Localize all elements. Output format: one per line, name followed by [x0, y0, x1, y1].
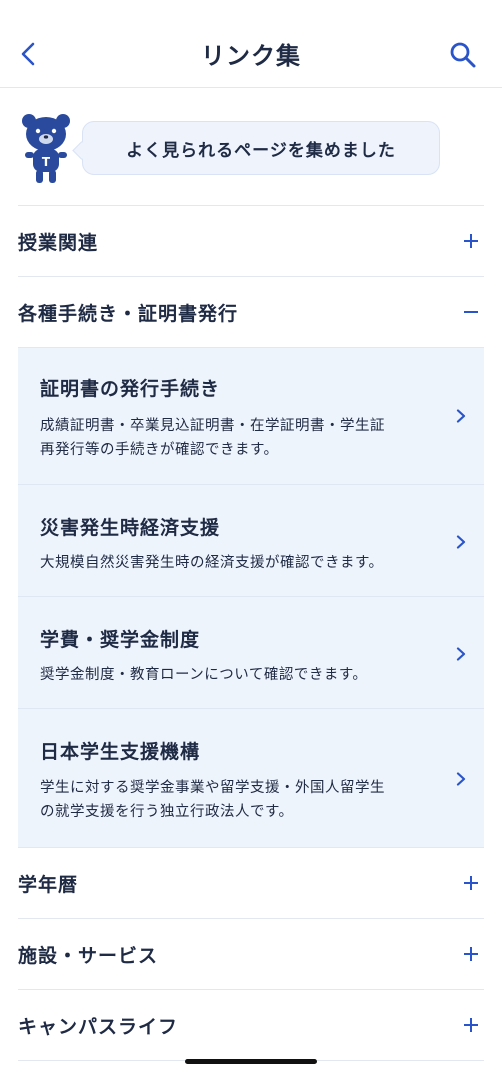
link-item-certificates[interactable]: 証明書の発行手続き 成績証明書・卒業見込証明書・在学証明書・学生証 再発行等の手…	[18, 348, 484, 485]
link-title: 日本学生支援機構	[40, 741, 201, 763]
section-facilities: 施設・サービス	[18, 918, 484, 989]
link-description: 成績証明書・卒業見込証明書・在学証明書・学生証 再発行等の手続きが確認できます。	[40, 414, 440, 462]
link-title: 災害発生時経済支援	[40, 517, 221, 539]
plus-icon	[462, 873, 482, 893]
home-indicator[interactable]	[185, 1059, 317, 1064]
section-title: キャンパスライフ	[18, 1015, 179, 1038]
link-description-line: 大規模自然災害発生時の経済支援が確認できます。	[40, 555, 384, 571]
link-description-line: 奨学金制度・教育ローンについて確認できます。	[40, 667, 368, 683]
section-header-procedures[interactable]: 各種手続き・証明書発行	[18, 277, 484, 347]
mascot-bear-icon: T	[22, 114, 70, 183]
link-item-jasso[interactable]: 日本学生支援機構 学生に対する奨学金事業や留学支援・外国人留学生 の就学支援を行…	[18, 709, 484, 847]
app-header: リンク集	[0, 0, 502, 88]
svg-text:T: T	[42, 155, 51, 169]
intro-message: よく見られるページを集めました	[126, 140, 396, 161]
search-button[interactable]	[448, 40, 478, 70]
section-header-academic-calendar[interactable]: 学年暦	[18, 848, 484, 918]
link-description-line: 成績証明書・卒業見込証明書・在学証明書・学生証	[40, 418, 385, 434]
link-item-tuition-scholarship[interactable]: 学費・奨学金制度 奨学金制度・教育ローンについて確認できます。	[18, 597, 484, 709]
link-title: 証明書の発行手続き	[40, 378, 221, 400]
section-procedures-links: 証明書の発行手続き 成績証明書・卒業見込証明書・在学証明書・学生証 再発行等の手…	[18, 347, 484, 847]
link-description: 奨学金制度・教育ローンについて確認できます。	[40, 663, 440, 687]
link-sections: 授業関連 各種手続き・証明書発行 証明書の発行手続き 成績証明書・卒業見込証明書…	[18, 205, 484, 1061]
chevron-right-icon	[456, 409, 466, 423]
section-header-campus-life[interactable]: キャンパスライフ	[18, 990, 484, 1060]
link-description-line: の就学支援を行う独立行政法人です。	[40, 804, 294, 820]
plus-icon	[462, 231, 482, 251]
chevron-right-icon	[456, 535, 466, 549]
link-description-line: 学生に対する奨学金事業や留学支援・外国人留学生	[40, 780, 385, 796]
link-description: 学生に対する奨学金事業や留学支援・外国人留学生 の就学支援を行う独立行政法人です…	[40, 776, 440, 824]
intro-banner: T よく見られるページを集めました	[0, 88, 502, 205]
section-header-classes[interactable]: 授業関連	[18, 206, 484, 276]
section-title: 学年暦	[18, 873, 79, 896]
plus-icon	[462, 944, 482, 964]
link-description: 大規模自然災害発生時の経済支援が確認できます。	[40, 551, 440, 575]
section-procedures: 各種手続き・証明書発行 証明書の発行手続き 成績証明書・卒業見込証明書・在学証明…	[18, 276, 484, 847]
plus-icon	[462, 1015, 482, 1035]
section-title: 授業関連	[18, 231, 99, 254]
chevron-right-icon	[456, 772, 466, 786]
section-title: 施設・サービス	[18, 944, 159, 967]
link-description-line: 再発行等の手続きが確認できます。	[40, 442, 279, 458]
page-title: リンク集	[201, 42, 301, 70]
section-classes: 授業関連	[18, 205, 484, 276]
search-icon	[450, 42, 476, 68]
section-title: 各種手続き・証明書発行	[18, 302, 239, 325]
intro-speech-bubble: よく見られるページを集めました	[82, 121, 440, 175]
section-campus-life: キャンパスライフ	[18, 989, 484, 1060]
chevron-right-icon	[456, 647, 466, 661]
minus-icon	[462, 302, 482, 322]
link-item-disaster-support[interactable]: 災害発生時経済支援 大規模自然災害発生時の経済支援が確認できます。	[18, 485, 484, 597]
link-title: 学費・奨学金制度	[40, 629, 201, 651]
section-academic-calendar: 学年暦	[18, 847, 484, 918]
section-header-facilities[interactable]: 施設・サービス	[18, 919, 484, 989]
